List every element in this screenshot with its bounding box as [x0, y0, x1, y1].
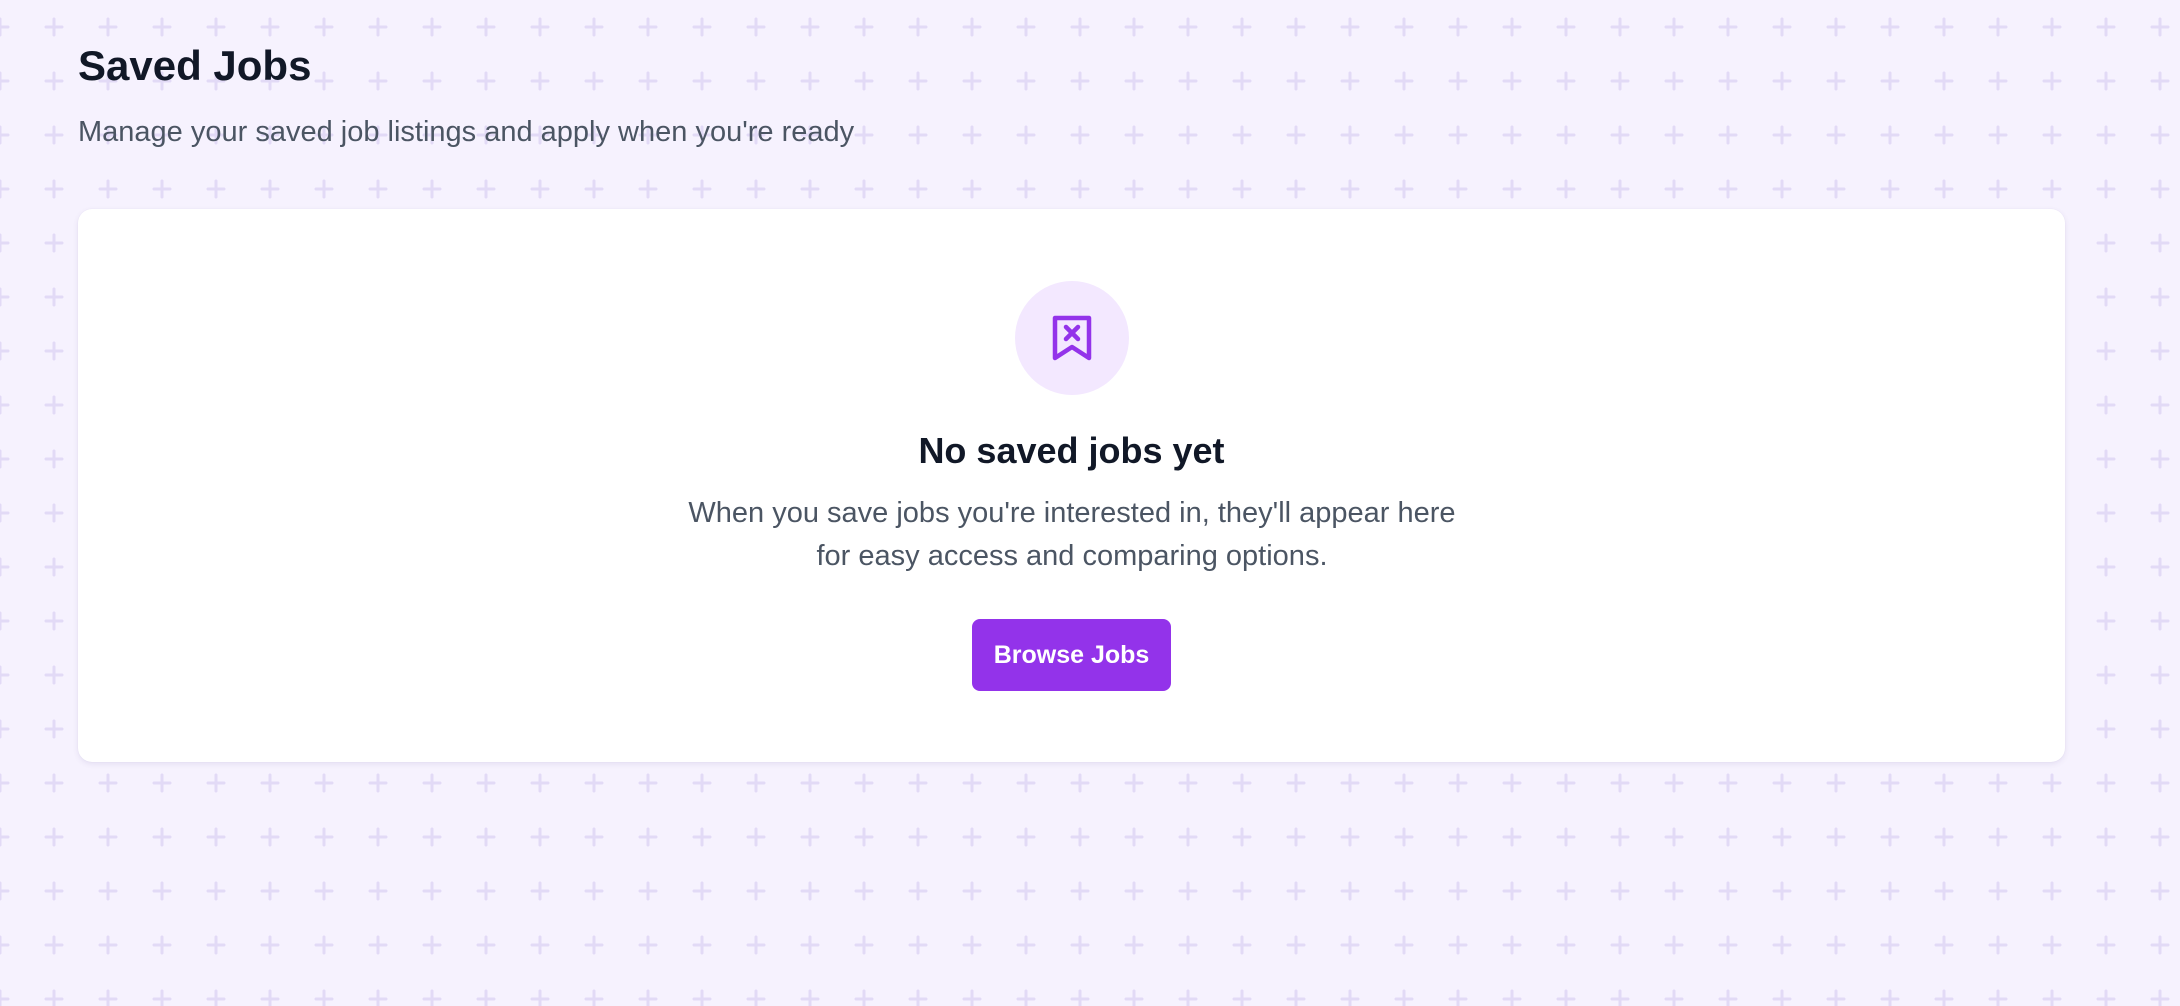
empty-state-message: When you save jobs you're interested in,…	[688, 497, 1456, 572]
empty-state-title: No saved jobs yet	[918, 430, 1225, 471]
page-subtitle: Manage your saved job listings and apply…	[78, 116, 855, 148]
bookmark-x-icon	[1015, 281, 1129, 395]
empty-state-card: No saved jobs yet When you save jobs you…	[78, 209, 2065, 762]
page-title: Saved Jobs	[78, 42, 312, 89]
browse-jobs-button[interactable]: Browse Jobs	[972, 619, 1171, 691]
